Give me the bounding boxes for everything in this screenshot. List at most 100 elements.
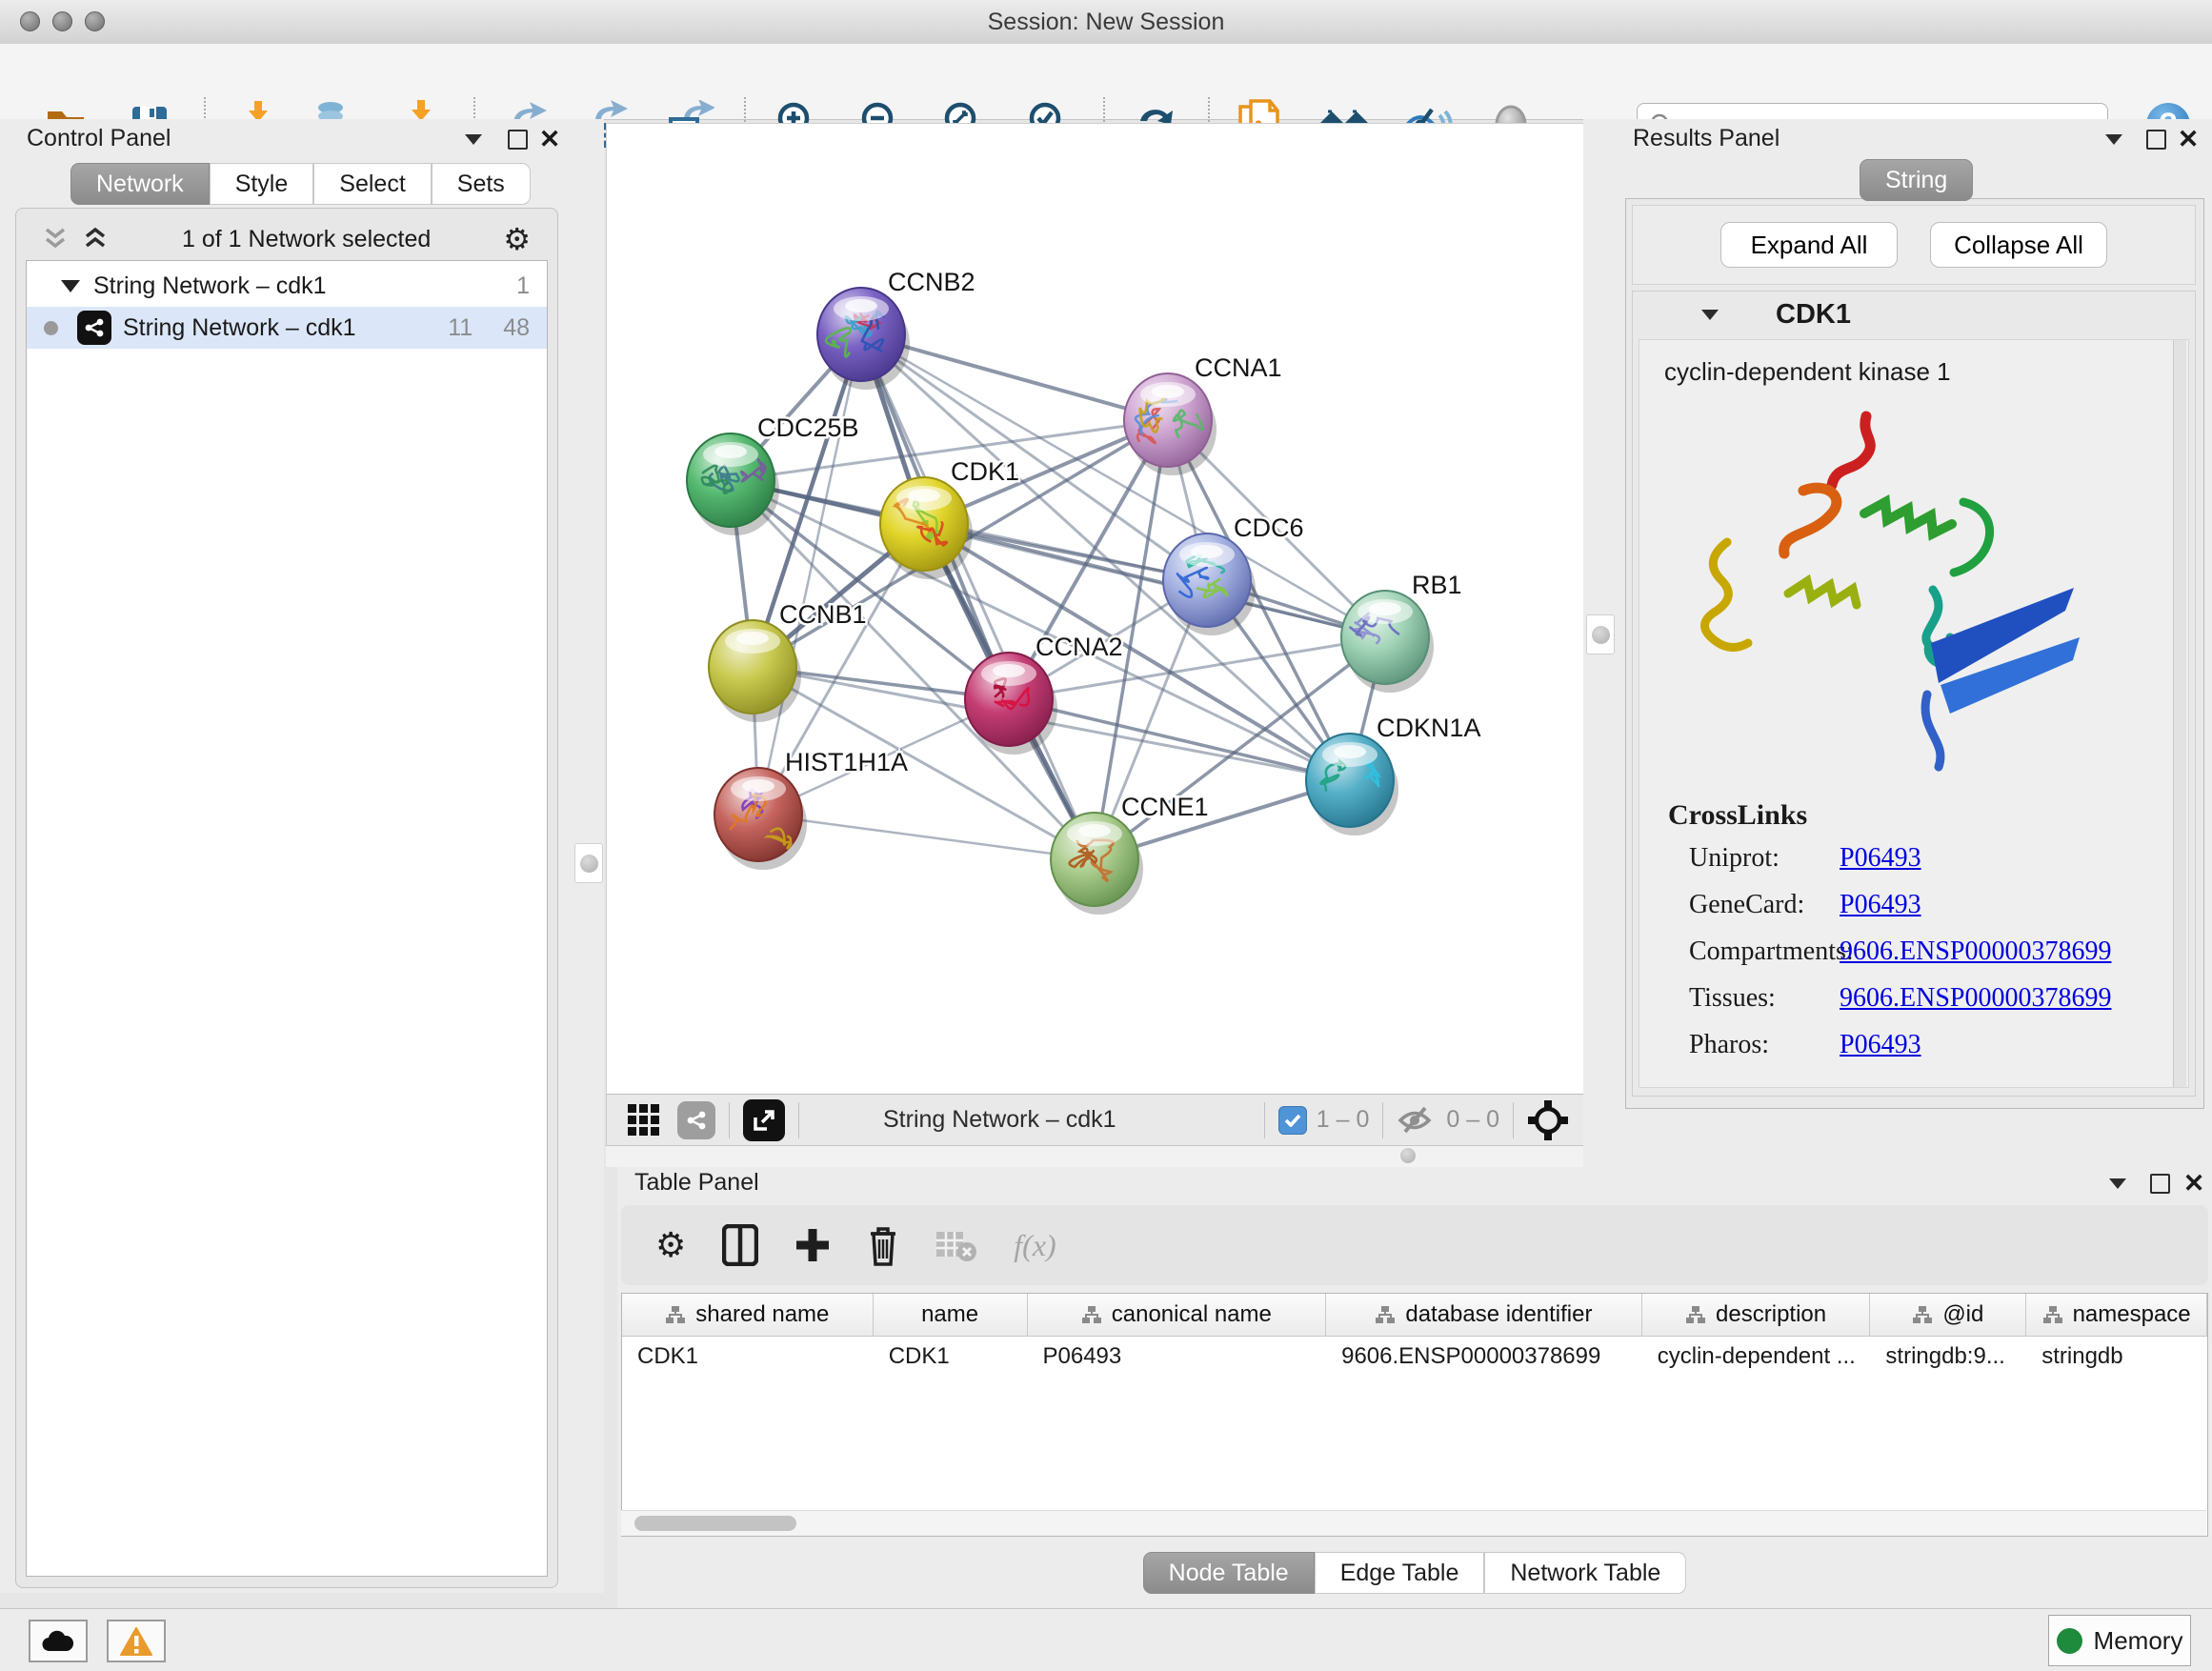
collapse-all-button[interactable]: Collapse All [1930,222,2107,268]
tab-string[interactable]: String [1860,159,1973,201]
network-node-label-CDC25B: CDC25B [757,413,859,442]
right-splitter[interactable] [1583,119,1616,1167]
gene-header-row[interactable]: CDK1 [1633,292,2195,337]
selected-checkbox[interactable] [1278,1106,1307,1135]
control-panel-float-button[interactable] [503,123,532,155]
column-header-canonical-name[interactable]: canonical name [1028,1294,1327,1336]
crosslink-value-link[interactable]: P06493 [1840,1030,1921,1060]
network-node-HIST1H1A[interactable] [714,768,807,870]
network-node-CCNA1[interactable] [1124,373,1217,475]
network-view-title: String Network – cdk1 [883,1106,1116,1134]
table-hscrollbar[interactable] [621,1510,2206,1536]
network-type-button[interactable] [677,1101,715,1139]
delete-column-icon[interactable] [867,1224,899,1266]
tab-network[interactable]: Network [70,163,210,205]
crosslink-value-link[interactable]: 9606.ENSP00000378699 [1840,936,2111,967]
network-node-CCNB2[interactable] [817,288,910,390]
gene-symbol: CDK1 [1776,299,1851,331]
table-row[interactable]: CDK1CDK1P064939606.ENSP00000378699cyclin… [622,1337,2207,1377]
table-cell: stringdb:9... [1870,1337,2026,1377]
cloud-icon [41,1630,75,1653]
warning-button[interactable] [107,1620,166,1662]
expand-all-icon[interactable] [81,227,110,252]
memory-button[interactable]: Memory [2048,1615,2191,1666]
tab-network-table[interactable]: Network Table [1484,1552,1686,1594]
network-type-icon [77,311,111,345]
tab-node-table[interactable]: Node Table [1143,1552,1315,1594]
network-node-CDC25B[interactable] [687,433,779,535]
table-hscrollbar-thumb[interactable] [634,1516,796,1531]
network-edge-CCNB2-CCNE1[interactable] [861,334,1095,859]
tab-edge-table[interactable]: Edge Table [1315,1552,1485,1594]
network-node-CDKN1A[interactable] [1306,734,1398,836]
table-gear-icon[interactable]: ⚙ [655,1226,686,1265]
cloud-button[interactable] [29,1620,88,1662]
network-node-label-CDC6: CDC6 [1234,513,1304,542]
add-column-icon[interactable] [794,1227,831,1263]
collapse-all-icon[interactable] [41,227,70,252]
crosslink-value-link[interactable]: 9606.ENSP00000378699 [1840,983,2111,1014]
fit-selected-crosshair-icon[interactable] [1527,1099,1569,1141]
column-header-database-identifier[interactable]: database identifier [1326,1294,1642,1336]
crosslink-value-link[interactable]: P06493 [1840,843,1921,874]
expand-all-button[interactable]: Expand All [1720,222,1898,268]
netbar-separator [1264,1102,1265,1138]
results-panel-menu-button[interactable] [2100,123,2128,155]
column-header-name[interactable]: name [874,1294,1028,1336]
network-edge-CCNE1-HIST1H1A[interactable] [758,815,1095,859]
edge-count: 48 [503,314,530,342]
network-node-RB1[interactable] [1341,591,1434,693]
network-node-label-CDK1: CDK1 [951,457,1019,486]
network-label: String Network – cdk1 [123,314,356,342]
table-panel-close-button[interactable]: ✕ [2180,1167,2208,1199]
tab-select[interactable]: Select [313,163,431,205]
right-splitter-handle[interactable] [1592,626,1610,644]
control-panel-close-button[interactable]: ✕ [535,123,564,155]
tab-style[interactable]: Style [210,163,314,205]
table-panel: Table Panel ✕ ⚙ f(x) [617,1167,2212,1608]
birdseye-grid-icon[interactable] [628,1104,660,1137]
collection-expand-icon[interactable] [61,280,80,292]
table-toolbar: ⚙ f(x) [621,1205,2208,1285]
network-manager-toolbar: 1 of 1 Network selected ⚙ [26,220,548,258]
table-panel-menu-button[interactable] [2103,1167,2132,1199]
results-panel-close-button[interactable]: ✕ [2174,123,2202,155]
table-cell: CDK1 [874,1337,1028,1377]
column-header-description[interactable]: description [1642,1294,1871,1336]
column-header-namespace[interactable]: namespace [2026,1294,2207,1336]
control-panel: Control Panel ✕ NetworkStyleSelectSets 1… [0,119,572,1593]
network-node-label-HIST1H1A: HIST1H1A [785,748,908,776]
columns-icon[interactable] [722,1224,758,1266]
gene-collapse-icon[interactable] [1701,310,1719,320]
crosslink-value-link[interactable]: P06493 [1840,890,1921,920]
network-edge-CCNB2-HIST1H1A[interactable] [758,334,861,815]
tab-sets[interactable]: Sets [432,163,531,205]
left-splitter-handle[interactable] [580,855,598,873]
control-panel-menu-button[interactable] [459,123,488,155]
network-node-CDC6[interactable] [1163,534,1256,635]
left-splitter[interactable] [572,119,604,1593]
crosslink-row: Uniprot:P06493 [1689,843,2175,874]
network-row[interactable]: String Network – cdk1 11 48 [27,307,547,349]
column-header-label: database identifier [1405,1301,1592,1328]
table-panel-float-button[interactable] [2145,1167,2174,1199]
network-canvas[interactable]: CCNB2CCNA1CDC25BCDK1CDC6RB1CCNB1CCNA2CDK… [606,123,1585,1095]
results-panel-float-button[interactable] [2142,123,2170,155]
open-in-window-button[interactable] [743,1099,785,1141]
network-node-CDK1[interactable] [880,477,973,579]
network-collection-row[interactable]: String Network – cdk1 1 [27,265,547,307]
network-node-label-CCNA1: CCNA1 [1195,353,1282,382]
table-body: CDK1CDK1P064939606.ENSP00000378699cyclin… [622,1337,2207,1377]
network-current-dot [44,321,58,335]
column-header-label: canonical name [1112,1301,1272,1328]
hidden-eye-slash-icon[interactable] [1397,1104,1437,1137]
column-header-@id[interactable]: @id [1870,1294,2026,1336]
network-selection-status: 1 of 1 Network selected [110,226,503,253]
string-results-box: Expand All Collapse All CDK1 cyclin-depe… [1625,198,2204,1109]
node-table: shared namename canonical name database id… [621,1293,2208,1537]
horizontal-splitter-handle[interactable] [1400,1148,1416,1163]
network-options-gear-icon[interactable]: ⚙ [503,221,531,257]
column-header-shared-name[interactable]: shared name [622,1294,874,1336]
network-node-CCNE1[interactable] [1051,813,1143,915]
results-scrollbar[interactable] [2173,340,2186,1087]
